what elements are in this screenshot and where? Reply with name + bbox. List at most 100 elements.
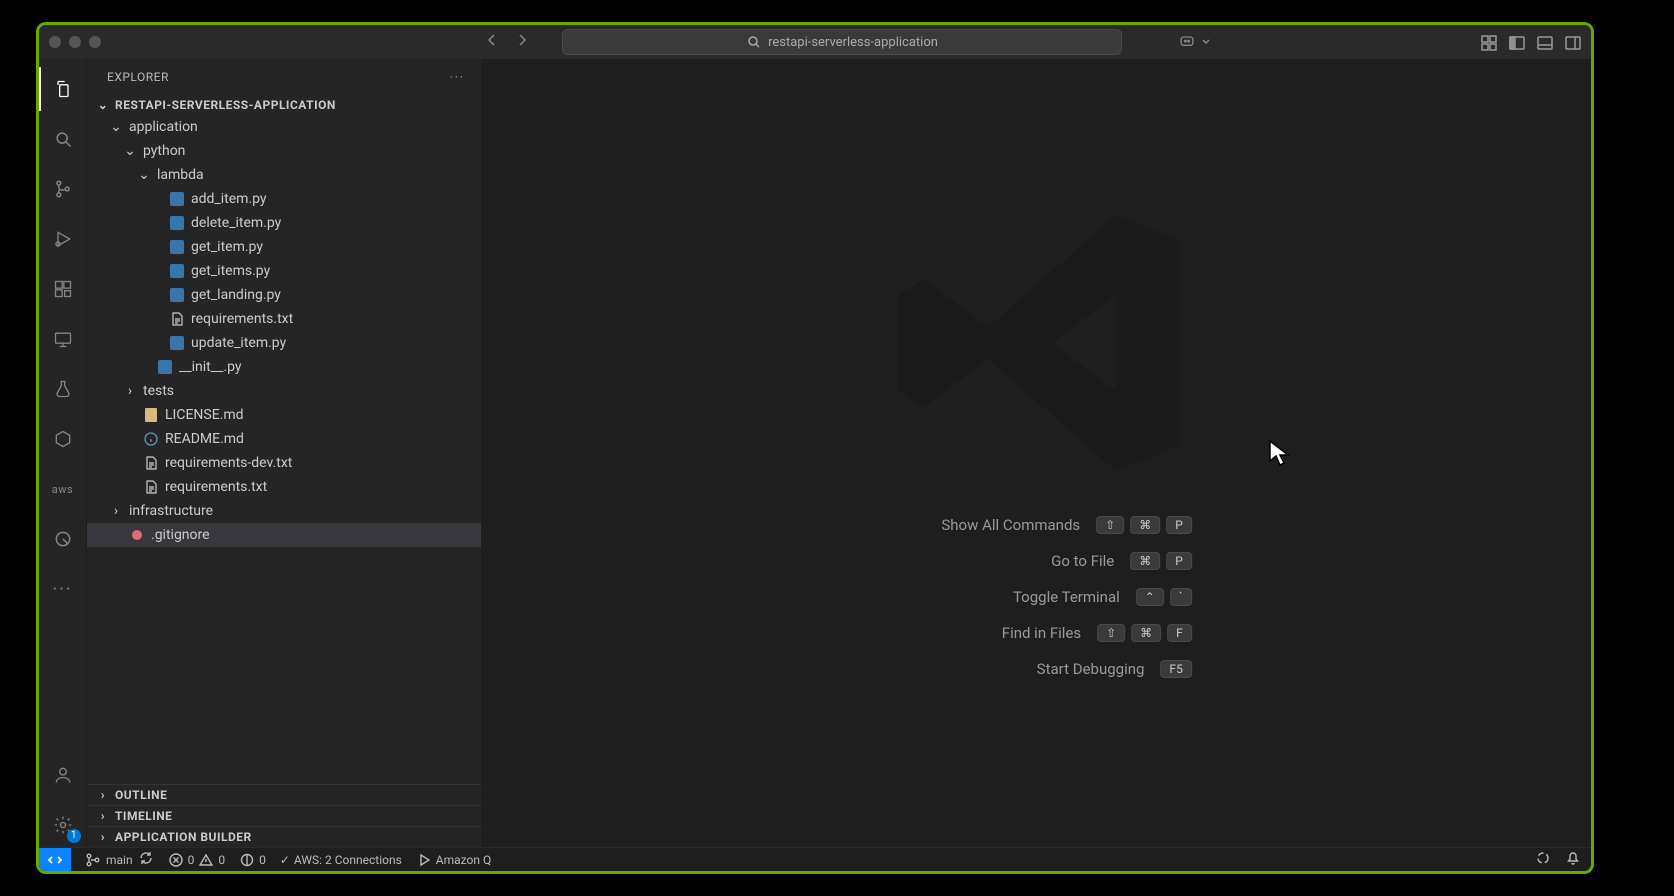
amazonq-activity-button[interactable] — [39, 517, 87, 561]
timeline-label: TIMELINE — [115, 809, 172, 823]
warning-icon — [198, 852, 214, 868]
file-label: LICENSE.md — [165, 407, 244, 423]
extensions-activity-button[interactable] — [39, 267, 87, 311]
ports-count: 0 — [259, 853, 266, 867]
file-delete-item-py[interactable]: delete_item.py — [87, 211, 481, 235]
folder-application[interactable]: ⌄ application — [87, 115, 481, 139]
settings-button[interactable]: 1 — [39, 803, 87, 847]
text-file-icon — [169, 311, 185, 327]
file-readme-md[interactable]: README.md — [87, 427, 481, 451]
toggle-secondary-sidebar-button[interactable] — [1563, 33, 1581, 51]
close-window-icon[interactable] — [49, 36, 61, 48]
file-get-landing-py[interactable]: get_landing.py — [87, 283, 481, 307]
chevron-down-icon: ⌄ — [137, 167, 151, 183]
shortcut-find-in-files: Find in Files ⇧ ⌘ F — [880, 624, 1192, 642]
file-label: delete_item.py — [191, 215, 281, 231]
workspace-root-header[interactable]: ⌄ RESTAPI-SERVERLESS-APPLICATION — [87, 95, 481, 115]
gitignore-file-icon — [129, 527, 145, 543]
folder-label: tests — [143, 383, 174, 399]
git-branch-status[interactable]: main — [85, 850, 154, 869]
file-label: update_item.py — [191, 335, 286, 351]
title-bar: restapi-serverless-application — [39, 25, 1591, 59]
file-license-md[interactable]: LICENSE.md — [87, 403, 481, 427]
branch-label: main — [106, 853, 133, 867]
more-actions-button[interactable]: ··· — [39, 567, 87, 611]
accounts-button[interactable] — [39, 753, 87, 797]
source-control-activity-button[interactable] — [39, 167, 87, 211]
minimize-window-icon[interactable] — [69, 36, 81, 48]
window-controls[interactable] — [49, 36, 101, 48]
timeline-panel-header[interactable]: › TIMELINE — [87, 805, 481, 826]
toggle-panel-button[interactable] — [1535, 33, 1553, 51]
aws-label: aws — [52, 483, 73, 496]
outline-panel-header[interactable]: › OUTLINE — [87, 784, 481, 805]
keycap: ⇧ — [1097, 624, 1125, 642]
file-get-items-py[interactable]: get_items.py — [87, 259, 481, 283]
app-builder-panel-header[interactable]: › APPLICATION BUILDER — [87, 826, 481, 847]
sync-icon[interactable] — [138, 850, 154, 869]
text-file-icon — [143, 455, 159, 471]
keycap: ⌃ — [1136, 588, 1164, 606]
chevron-right-icon: › — [95, 809, 111, 823]
file-label: get_items.py — [191, 263, 270, 279]
run-debug-activity-button[interactable] — [39, 217, 87, 261]
shortcut-label: Find in Files — [881, 624, 1081, 642]
file-get-item-py[interactable]: get_item.py — [87, 235, 481, 259]
file-label: requirements.txt — [165, 479, 267, 495]
chevron-down-icon: ⌄ — [123, 143, 137, 159]
file-requirements-txt[interactable]: requirements.txt — [87, 307, 481, 331]
python-file-icon — [169, 287, 185, 303]
file-gitignore[interactable]: .gitignore — [87, 523, 481, 547]
file-update-item-py[interactable]: update_item.py — [87, 331, 481, 355]
settings-badge: 1 — [67, 829, 81, 843]
aws-connections-status[interactable]: ✓ AWS: 2 Connections — [280, 853, 402, 867]
copilot-chat-icon[interactable] — [1177, 32, 1211, 52]
amazon-q-status[interactable]: Amazon Q — [416, 852, 491, 868]
bell-button[interactable] — [1565, 850, 1581, 869]
folder-lambda[interactable]: ⌄ lambda — [87, 163, 481, 187]
remote-indicator[interactable] — [39, 848, 71, 871]
hexagon-activity-button[interactable] — [39, 417, 87, 461]
customize-layout-button[interactable] — [1479, 33, 1497, 51]
folder-tests[interactable]: › tests — [87, 379, 481, 403]
keycap: F — [1167, 624, 1192, 642]
aws-activity-button[interactable]: aws — [39, 467, 87, 511]
nav-forward-button[interactable] — [514, 32, 530, 53]
file-label: get_landing.py — [191, 287, 281, 303]
chevron-right-icon: › — [123, 383, 137, 399]
keycap: ⌘ — [1131, 624, 1161, 642]
search-icon — [746, 34, 762, 50]
welcome-shortcuts: Show All Commands ⇧⌘P Go to File ⌘P Togg… — [880, 516, 1192, 678]
explorer-more-icon[interactable]: ··· — [450, 70, 465, 84]
command-center-search[interactable]: restapi-serverless-application — [562, 29, 1122, 55]
amazonq-label: Amazon Q — [436, 853, 491, 867]
ports-icon — [239, 852, 255, 868]
file-add-item-py[interactable]: add_item.py — [87, 187, 481, 211]
vscode-watermark-icon — [876, 183, 1196, 503]
chevron-down-icon — [1201, 37, 1211, 47]
folder-infrastructure[interactable]: › infrastructure — [87, 499, 481, 523]
aws-label: AWS: 2 Connections — [294, 853, 402, 867]
problems-status[interactable]: 0 0 — [168, 852, 226, 868]
file-tree: ⌄ application ⌄ python ⌄ lambda add_item… — [87, 115, 481, 784]
shortcut-label: Toggle Terminal — [920, 588, 1120, 606]
bell-anim-icon — [1535, 850, 1551, 866]
testing-activity-button[interactable] — [39, 367, 87, 411]
file-requirements-txt-root[interactable]: requirements.txt — [87, 475, 481, 499]
folder-python[interactable]: ⌄ python — [87, 139, 481, 163]
maximize-window-icon[interactable] — [89, 36, 101, 48]
folder-label: application — [129, 119, 198, 135]
keycap: P — [1166, 552, 1192, 570]
file-init-py[interactable]: __init__.py — [87, 355, 481, 379]
explorer-sidebar: EXPLORER ··· ⌄ RESTAPI-SERVERLESS-APPLIC… — [87, 59, 481, 847]
file-label: requirements-dev.txt — [165, 455, 292, 471]
ports-status[interactable]: 0 — [239, 852, 266, 868]
toggle-primary-sidebar-button[interactable] — [1507, 33, 1525, 51]
remote-explorer-activity-button[interactable] — [39, 317, 87, 361]
search-activity-button[interactable] — [39, 117, 87, 161]
keycap: P — [1166, 516, 1192, 534]
nav-back-button[interactable] — [484, 32, 500, 53]
notifications-button[interactable] — [1535, 850, 1551, 869]
file-requirements-dev-txt[interactable]: requirements-dev.txt — [87, 451, 481, 475]
explorer-activity-button[interactable] — [39, 67, 87, 111]
